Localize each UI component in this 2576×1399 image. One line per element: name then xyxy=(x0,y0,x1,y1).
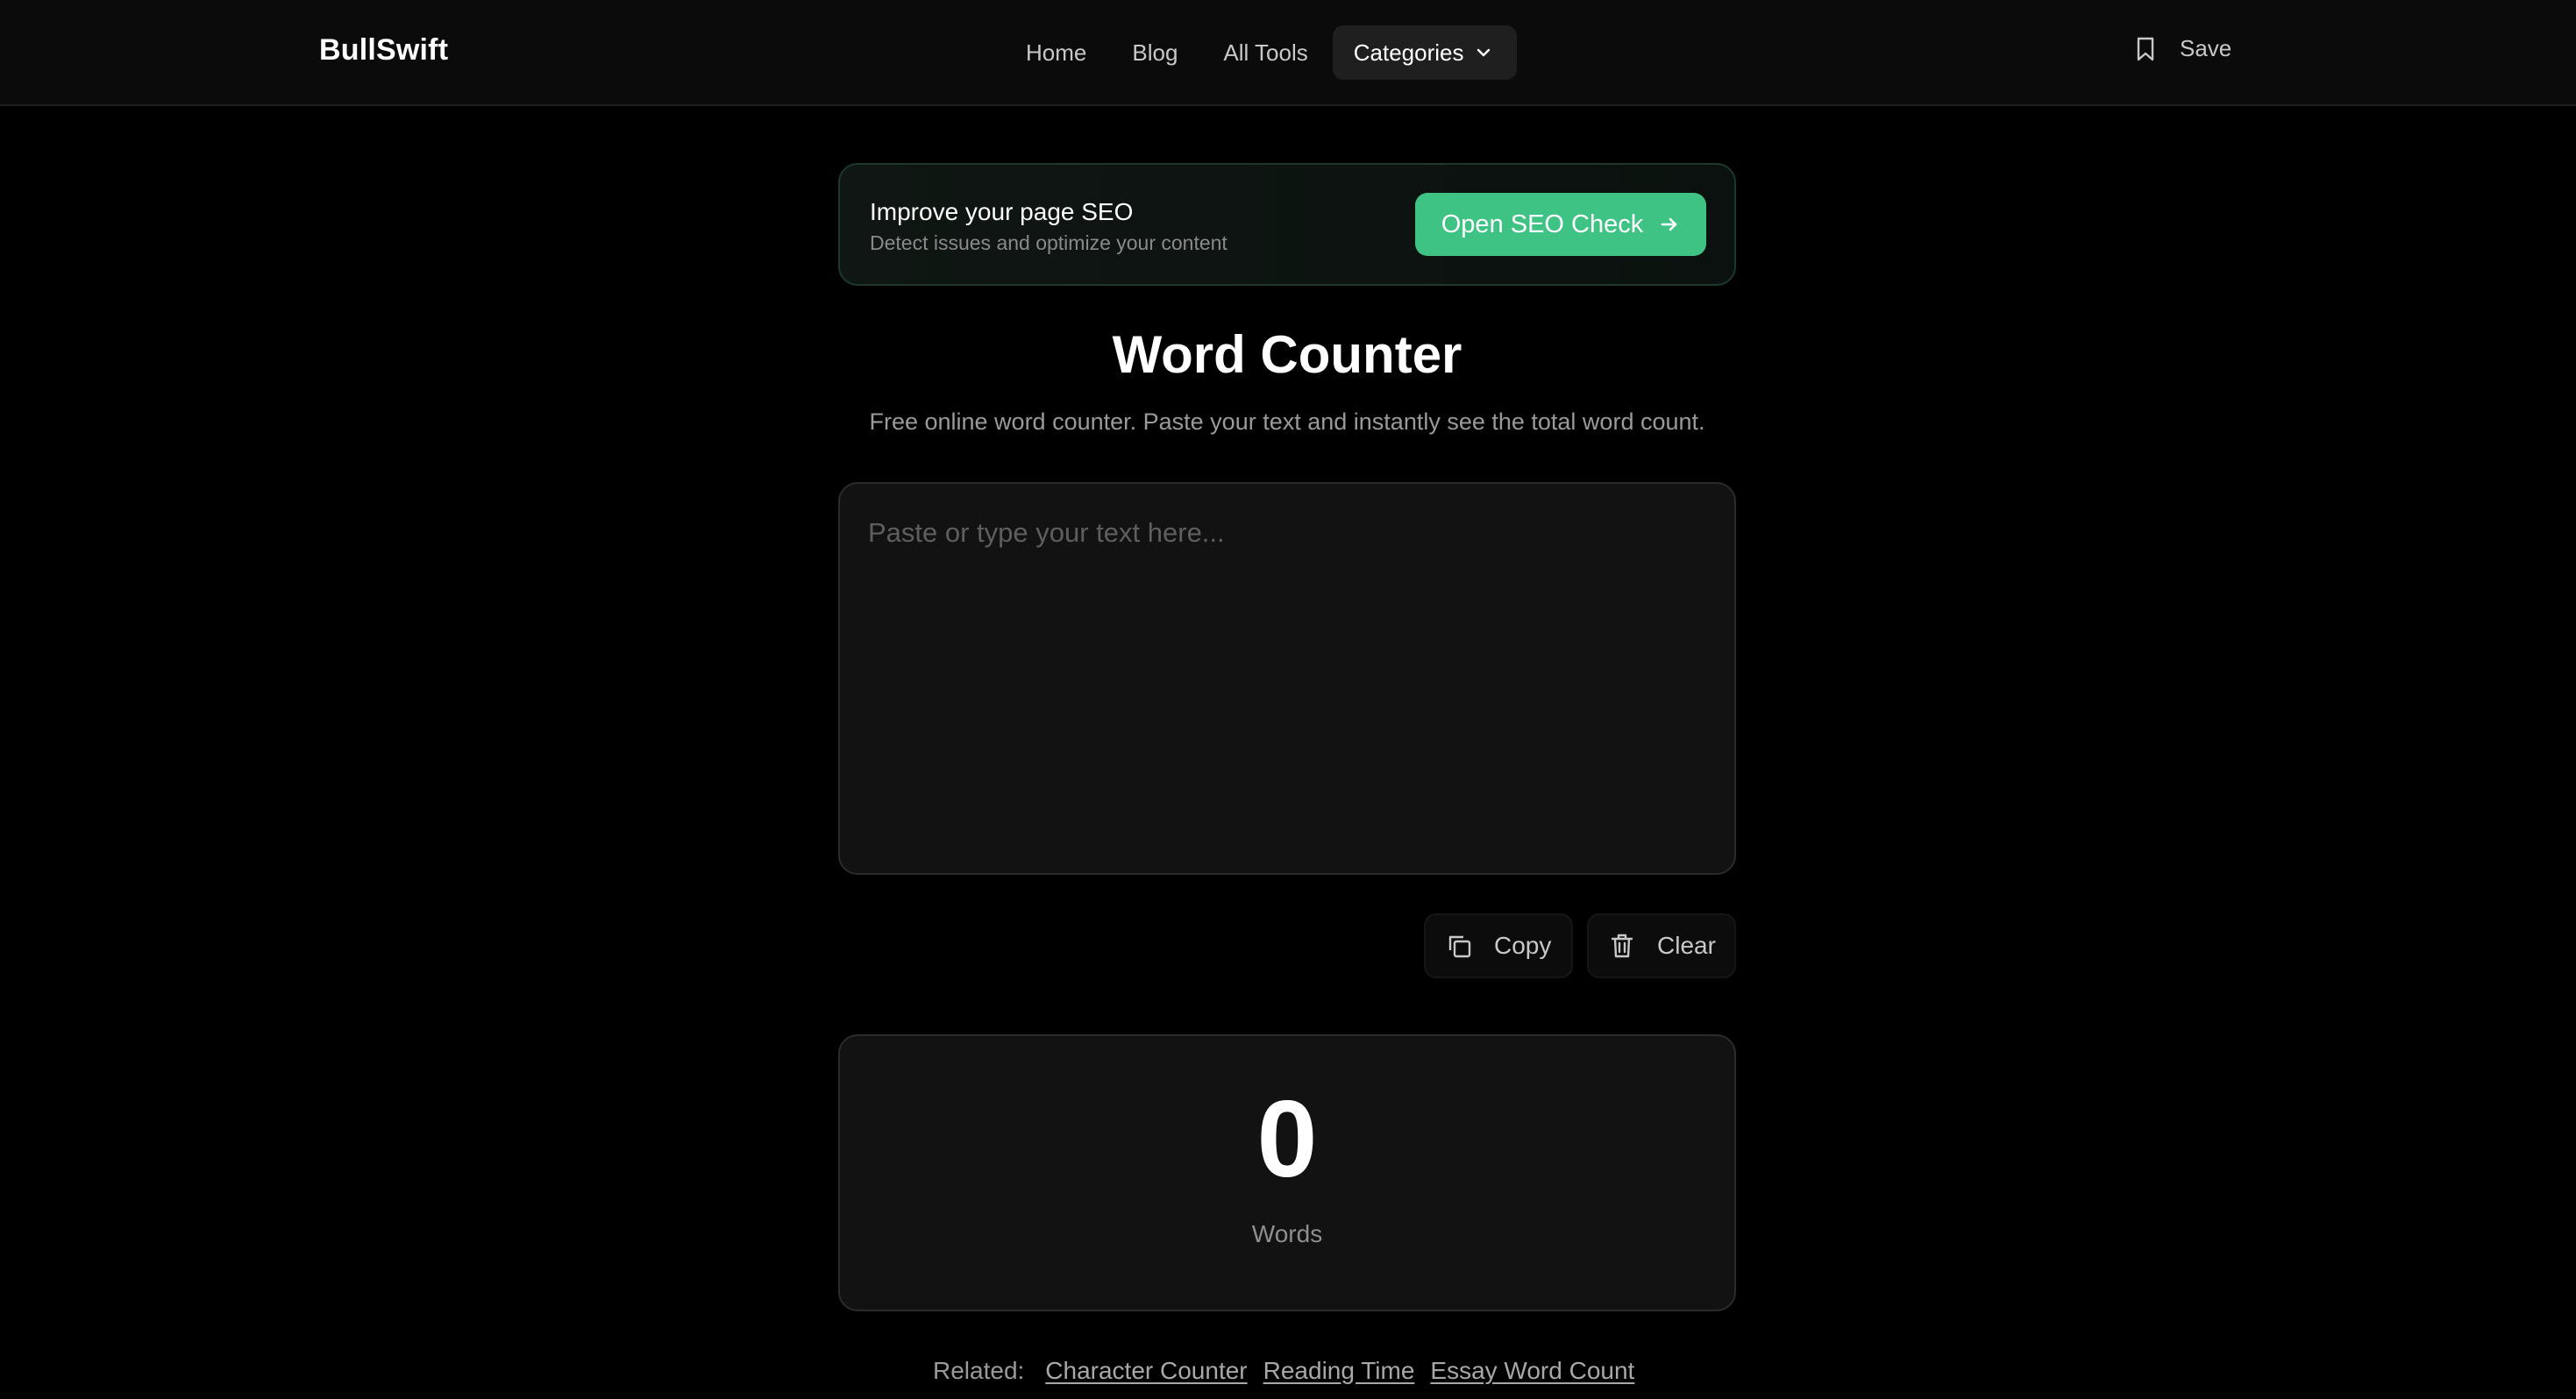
nav-home[interactable]: Home xyxy=(1026,25,1086,81)
open-seo-check-label: Open SEO Check xyxy=(1441,209,1644,238)
main-nav: Home Blog All Tools Categories xyxy=(1026,25,1517,81)
nav-blog[interactable]: Blog xyxy=(1132,25,1178,81)
categories-dropdown[interactable]: Categories xyxy=(1332,25,1517,80)
related-link-reading-time[interactable]: Reading Time xyxy=(1263,1357,1415,1385)
categories-label: Categories xyxy=(1353,39,1464,66)
top-navbar: BullSwift Home Blog All Tools Categories… xyxy=(0,0,2576,106)
word-count-label: Words xyxy=(1251,1220,1323,1247)
page-title: Word Counter xyxy=(1112,325,1462,384)
word-count-card: 0 Words xyxy=(838,1034,1736,1311)
bookmark-icon xyxy=(2137,37,2154,60)
related-links: Related: Character Counter Reading Time … xyxy=(933,1357,1650,1385)
word-count-value: 0 xyxy=(1256,1079,1318,1200)
save-button[interactable]: Save xyxy=(2136,35,2231,62)
nav-all-tools[interactable]: All Tools xyxy=(1223,25,1307,81)
chevron-down-icon xyxy=(1477,48,1490,57)
arrow-right-icon xyxy=(1661,217,1677,231)
save-label: Save xyxy=(2180,35,2232,61)
text-input[interactable] xyxy=(838,482,1736,875)
clear-label: Clear xyxy=(1657,932,1716,959)
copy-label: Copy xyxy=(1494,932,1552,959)
open-seo-check-button[interactable]: Open SEO Check xyxy=(1415,193,1706,256)
clear-button[interactable]: Clear xyxy=(1587,913,1736,978)
related-link-character-counter[interactable]: Character Counter xyxy=(1045,1357,1247,1385)
trash-icon xyxy=(1611,934,1633,958)
copy-button[interactable]: Copy xyxy=(1424,913,1573,978)
related-link-essay-word-count[interactable]: Essay Word Count xyxy=(1430,1357,1634,1385)
copy-icon xyxy=(1448,935,1471,958)
banner-title: Improve your page SEO xyxy=(870,198,1134,225)
brand-logo[interactable]: BullSwift xyxy=(319,33,448,67)
seo-promo-banner: Improve your page SEO Detect issues and … xyxy=(838,163,1736,286)
page-subtitle: Free online word counter. Paste your tex… xyxy=(869,408,1705,435)
related-label: Related: xyxy=(933,1357,1025,1384)
banner-subtitle: Detect issues and optimize your content xyxy=(870,231,1228,254)
